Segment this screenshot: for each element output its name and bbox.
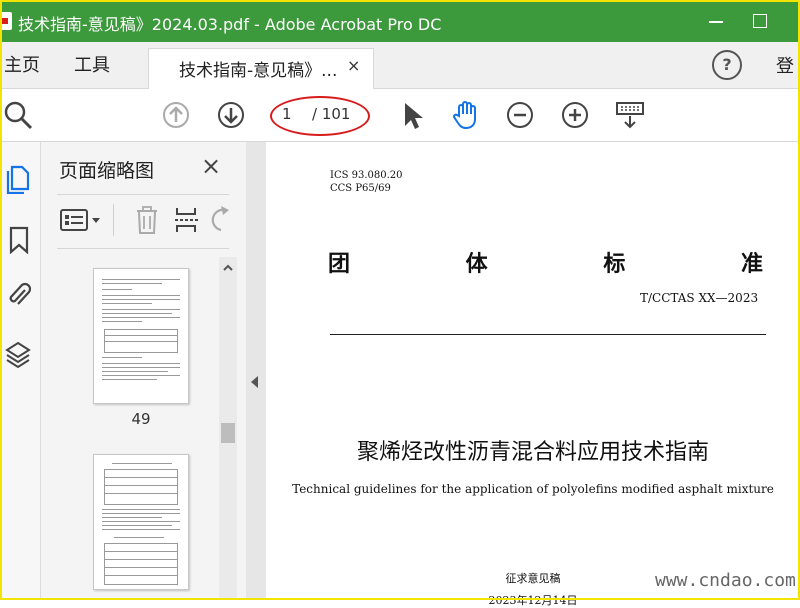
extract-page-icon[interactable] xyxy=(173,204,201,236)
bookmark-icon[interactable] xyxy=(8,226,30,254)
attachment-icon[interactable] xyxy=(6,280,32,310)
sign-in-link[interactable]: 登 xyxy=(776,52,794,78)
document-rule xyxy=(330,334,766,335)
keyboard-icon[interactable] xyxy=(614,99,646,131)
ccs-code: CCS P65/69 xyxy=(330,183,391,194)
collapse-arrow-icon[interactable] xyxy=(251,376,258,388)
panel-divider-2 xyxy=(57,248,229,249)
document-title-en: Technical guidelines for the application… xyxy=(292,482,774,496)
delete-page-icon[interactable] xyxy=(133,204,161,236)
standard-code: T/CCTAS XX—2023 xyxy=(640,291,759,305)
search-icon[interactable] xyxy=(2,99,34,131)
tab-document[interactable]: 技术指南-意见稿》... × xyxy=(148,48,374,89)
thumbnail-page-label: 49 xyxy=(131,410,151,428)
toolbar: / 101 xyxy=(0,89,800,142)
zoom-out-icon[interactable] xyxy=(504,99,536,131)
tab-close-icon[interactable]: × xyxy=(347,56,360,75)
page-number-highlight-ellipse xyxy=(270,96,370,136)
tab-document-label: 技术指南-意见稿》... xyxy=(179,61,338,81)
panel-title: 页面缩略图 xyxy=(59,160,155,182)
draft-date: 2023年12月14日 xyxy=(488,594,578,607)
standard-type-heading: 团 体 标 准 xyxy=(328,246,764,278)
page-down-icon[interactable] xyxy=(215,99,247,131)
standard-char: 体 xyxy=(465,251,489,277)
minimize-button[interactable] xyxy=(700,6,732,36)
app-icon xyxy=(0,12,12,30)
scrollbar-thumb[interactable] xyxy=(221,423,235,443)
layers-icon[interactable] xyxy=(4,340,32,370)
ics-code: ICS 93.080.20 xyxy=(330,170,403,181)
standard-char: 准 xyxy=(740,251,764,277)
tab-bar: 主页 工具 技术指南-意见稿》... × ? 登 xyxy=(0,42,800,89)
panel-toolbar-divider xyxy=(113,204,114,236)
thumbnail-page-50[interactable] xyxy=(93,454,189,590)
panel-collapse-handle[interactable] xyxy=(246,142,266,600)
thumbnail-panel: 页面缩略图 × 49 xyxy=(41,142,247,600)
tab-tools[interactable]: 工具 xyxy=(74,51,110,77)
left-navigation xyxy=(0,142,41,600)
zoom-in-icon[interactable] xyxy=(559,99,591,131)
standard-char: 团 xyxy=(328,251,352,277)
standard-char: 标 xyxy=(603,251,627,277)
rotate-page-icon[interactable] xyxy=(211,204,231,236)
page-up-icon[interactable] xyxy=(160,99,192,131)
thumbnail-page-49[interactable] xyxy=(93,268,189,404)
document-view[interactable]: ICS 93.080.20 CCS P65/69 团 体 标 准 T/CCTAS… xyxy=(266,142,800,607)
panel-divider xyxy=(57,194,229,195)
thumbnail-options-icon[interactable] xyxy=(59,206,105,234)
hand-tool-icon[interactable] xyxy=(450,99,482,131)
tab-home[interactable]: 主页 xyxy=(4,51,40,77)
scroll-up-icon[interactable] xyxy=(221,261,235,275)
thumbnail-scrollbar[interactable] xyxy=(219,257,237,600)
window-title: 技术指南-意见稿》2024.03.pdf - Adobe Acrobat Pro… xyxy=(18,15,442,34)
document-title-cn: 聚烯烃改性沥青混合料应用技术指南 xyxy=(356,440,709,465)
maximize-button[interactable] xyxy=(744,6,776,36)
watermark: www.cndao.com xyxy=(655,570,796,591)
help-icon[interactable]: ? xyxy=(712,50,742,80)
page-thumbnails-icon[interactable] xyxy=(6,164,32,194)
title-bar: 技术指南-意见稿》2024.03.pdf - Adobe Acrobat Pro… xyxy=(0,0,800,42)
panel-close-icon[interactable]: × xyxy=(201,152,221,180)
select-cursor-icon[interactable] xyxy=(396,99,428,131)
